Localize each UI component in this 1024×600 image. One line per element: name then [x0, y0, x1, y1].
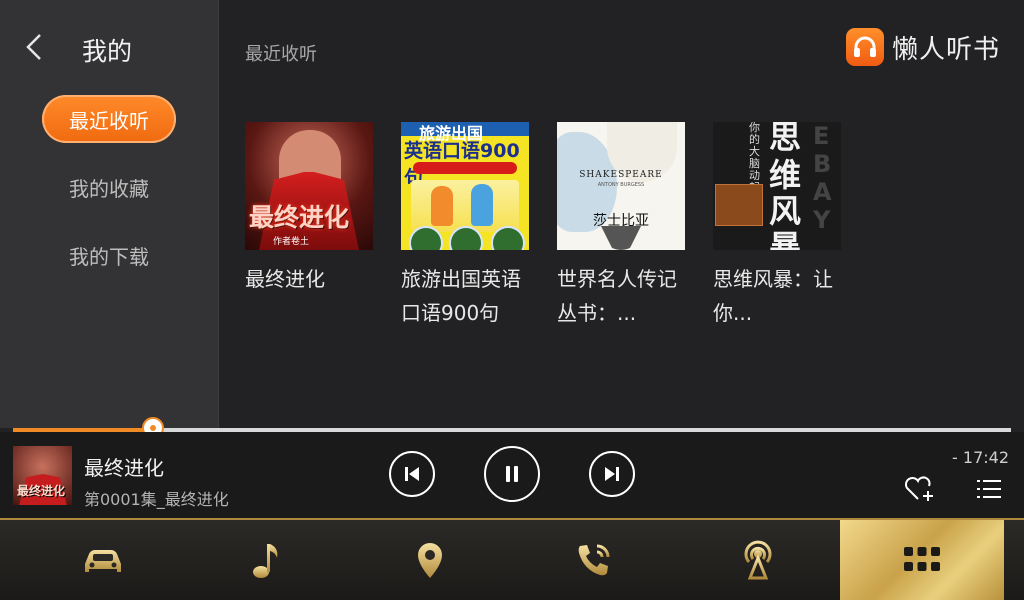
radio-antenna-icon: [744, 540, 772, 580]
cover-text: 最终进化: [249, 203, 350, 232]
chevron-left-icon: [26, 34, 41, 60]
book-cover: EBAY 你的大脑动起来 思 维 风 暴: [713, 122, 841, 250]
back-button[interactable]: [22, 30, 46, 64]
cover-sub: ANTONY BURGESS: [597, 182, 645, 188]
now-playing-episode: 第0001集_最终进化: [84, 490, 229, 509]
book-card[interactable]: 最终进化 作者卷土 最终进化: [245, 122, 373, 296]
book-card[interactable]: 旅游出国 英语口语900句 旅游出国英语口语900句: [401, 122, 529, 330]
now-playing-thumbnail[interactable]: 最终进化: [13, 446, 72, 505]
book-cover: 最终进化 作者卷土: [245, 122, 373, 250]
pause-icon: [506, 466, 518, 482]
sidebar-item-favorites[interactable]: 我的收藏: [42, 163, 176, 211]
main-content: 最近收听 懒人听书 最终进化 作者卷土 最终进化 旅游出国 英语口语900句 旅…: [219, 0, 1024, 428]
remaining-time: - 17:42: [952, 448, 1009, 467]
nav-music[interactable]: [185, 520, 349, 600]
headphones-logo-icon: [845, 28, 884, 66]
now-playing-bar: 最终进化 最终进化 第0001集_最终进化 - 17:42: [0, 432, 1024, 518]
sidebar-title: 我的: [82, 37, 133, 66]
nav-phone[interactable]: [512, 520, 676, 600]
nav-navigation[interactable]: [348, 520, 512, 600]
playlist-icon: [977, 480, 1001, 498]
music-note-icon: [253, 544, 278, 578]
sidebar: 我的 最近收听 我的收藏 我的下载: [0, 0, 219, 428]
section-title: 最近收听: [245, 44, 317, 65]
cover-sub: 作者卷土: [273, 237, 310, 247]
phone-icon: [578, 544, 610, 576]
book-cover: 旅游出国 英语口语900句: [401, 122, 529, 250]
book-title: 旅游出国英语口语900句: [401, 267, 521, 325]
book-card[interactable]: EBAY 你的大脑动起来 思 维 风 暴 思维风暴：让你...: [713, 122, 841, 330]
car-icon: [85, 550, 121, 572]
nav-radio[interactable]: [676, 520, 840, 600]
bottom-nav: [0, 518, 1024, 600]
pause-button[interactable]: [484, 446, 540, 502]
cover-text: SHAKESPEARE: [579, 170, 663, 180]
previous-button[interactable]: [389, 451, 435, 497]
skip-next-icon: [605, 467, 619, 481]
book-title: 世界名人传记丛书：...: [557, 267, 677, 325]
brand-name: 懒人听书: [891, 34, 1000, 65]
book-cover: SHAKESPEARE ANTONY BURGESS 莎士比亚: [557, 122, 685, 250]
apps-grid-icon: [904, 547, 940, 571]
book-title: 思维风暴：让你...: [713, 267, 833, 325]
sidebar-item-recent[interactable]: 最近收听: [42, 95, 176, 143]
favorite-add-button[interactable]: [902, 474, 936, 504]
heart-plus-icon: [904, 476, 933, 501]
cover-char: 暴: [769, 228, 802, 250]
brand: 懒人听书: [845, 28, 1000, 66]
book-card[interactable]: SHAKESPEARE ANTONY BURGESS 莎士比亚 世界名人传记丛书…: [557, 122, 685, 330]
next-button[interactable]: [589, 451, 635, 497]
sidebar-item-downloads[interactable]: 我的下载: [42, 231, 176, 279]
book-title: 最终进化: [245, 267, 325, 291]
now-playing-title: 最终进化: [84, 456, 164, 480]
playlist-button[interactable]: [973, 474, 1005, 504]
location-pin-icon: [418, 543, 442, 578]
thumb-text: 最终进化: [17, 484, 66, 498]
skip-previous-icon: [405, 467, 419, 481]
nav-car[interactable]: [21, 520, 185, 600]
nav-apps[interactable]: [840, 520, 1004, 600]
